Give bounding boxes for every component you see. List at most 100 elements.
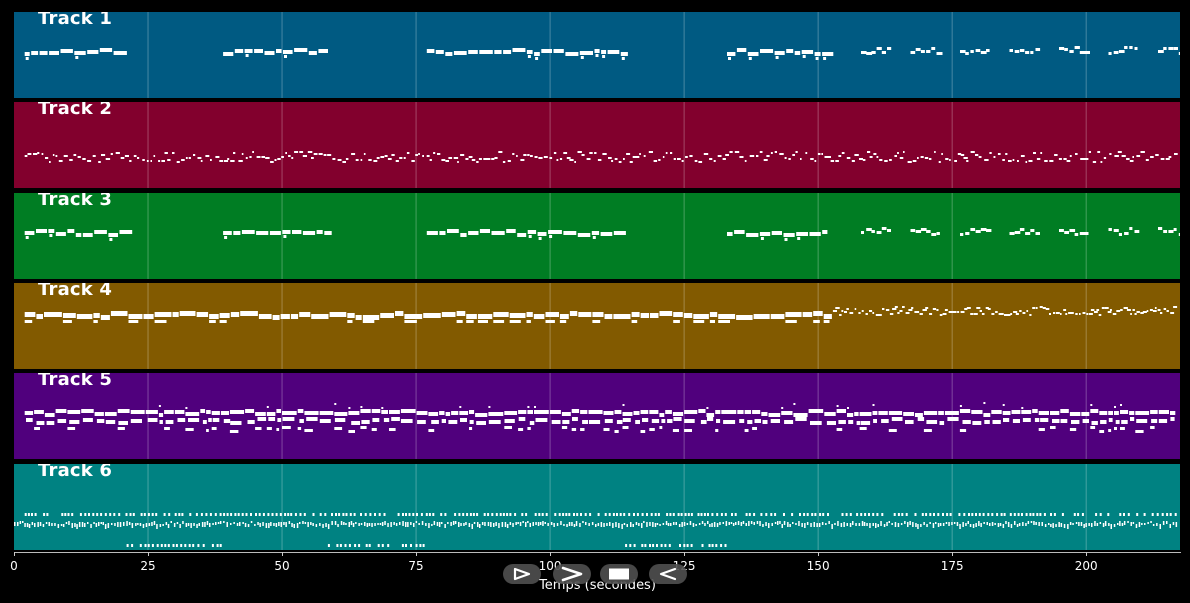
- note: [400, 409, 416, 414]
- note: [899, 309, 903, 312]
- note: [868, 512, 870, 516]
- note: [130, 410, 145, 415]
- track-5-lane[interactable]: Track 5: [14, 373, 1180, 460]
- note: [506, 228, 516, 233]
- note: [432, 512, 435, 516]
- note: [81, 409, 94, 414]
- note: [1108, 522, 1110, 526]
- note: [1090, 409, 1099, 414]
- playback-controls: [503, 564, 689, 586]
- note: [1078, 521, 1080, 526]
- note: [353, 512, 356, 516]
- note: [406, 152, 410, 155]
- note: [574, 161, 576, 164]
- note: [1161, 512, 1164, 516]
- note: [87, 160, 92, 163]
- note: [633, 411, 640, 416]
- note: [139, 543, 142, 547]
- note: [299, 512, 302, 516]
- note: [787, 521, 789, 527]
- note: [642, 418, 649, 423]
- note: [711, 512, 714, 516]
- note: [1124, 46, 1128, 49]
- note: [381, 543, 384, 547]
- track-3-lane[interactable]: Track 3: [14, 192, 1180, 279]
- note: [431, 523, 433, 526]
- note: [1029, 512, 1032, 516]
- note: [416, 512, 418, 516]
- note: [193, 522, 195, 526]
- note: [69, 159, 73, 162]
- note: [573, 512, 575, 516]
- note: [348, 521, 350, 527]
- note: [925, 512, 928, 516]
- note: [562, 512, 565, 516]
- note: [1130, 521, 1132, 526]
- note: [269, 230, 281, 235]
- note: [695, 523, 697, 526]
- note: [793, 413, 808, 418]
- note: [976, 306, 981, 309]
- note: [425, 512, 428, 516]
- note: [759, 520, 761, 526]
- note: [956, 521, 959, 526]
- note: [774, 151, 777, 154]
- note: [307, 521, 309, 527]
- note: [603, 522, 605, 527]
- note: [715, 543, 718, 547]
- note: [657, 512, 660, 516]
- note: [428, 429, 435, 433]
- track-2-lane[interactable]: Track 2: [14, 102, 1180, 189]
- note: [238, 160, 243, 163]
- note: [954, 160, 957, 163]
- note: [538, 236, 542, 240]
- note: [1112, 312, 1117, 315]
- play-from-start-button[interactable]: [503, 564, 541, 584]
- note: [1012, 419, 1020, 424]
- note: [781, 407, 784, 410]
- note: [938, 161, 941, 164]
- track-1-lane[interactable]: Track 1: [14, 12, 1180, 98]
- note: [145, 522, 148, 527]
- forward-button[interactable]: [553, 564, 591, 584]
- note: [1021, 410, 1032, 415]
- note: [196, 523, 198, 528]
- note: [851, 311, 854, 314]
- note: [509, 521, 512, 525]
- note: [1036, 306, 1038, 309]
- track-4-lane[interactable]: Track 4: [14, 282, 1180, 369]
- note: [1136, 419, 1148, 424]
- note: [735, 521, 737, 525]
- note: [466, 512, 469, 516]
- note: [909, 520, 911, 525]
- note: [752, 410, 761, 415]
- note: [454, 520, 457, 524]
- note: [397, 512, 400, 516]
- note: [611, 160, 614, 163]
- note: [493, 522, 495, 527]
- note: [939, 522, 942, 526]
- note: [1019, 49, 1025, 52]
- note: [621, 57, 625, 60]
- note: [709, 523, 711, 527]
- note: [190, 522, 192, 528]
- track-6-lane[interactable]: Track 6: [14, 463, 1180, 550]
- note: [1020, 155, 1025, 158]
- rewind-button[interactable]: [649, 564, 687, 584]
- stop-button[interactable]: [600, 564, 638, 584]
- note: [487, 521, 490, 526]
- note: [1159, 523, 1161, 529]
- note: [777, 520, 779, 525]
- note: [1088, 312, 1093, 315]
- note: [529, 522, 531, 527]
- note: [1048, 522, 1050, 525]
- note: [991, 521, 994, 526]
- note: [953, 521, 956, 524]
- note: [654, 522, 657, 527]
- note: [721, 410, 737, 415]
- note: [258, 512, 261, 516]
- note: [823, 57, 827, 60]
- note: [1113, 523, 1116, 527]
- note: [822, 229, 828, 234]
- note: [113, 512, 116, 516]
